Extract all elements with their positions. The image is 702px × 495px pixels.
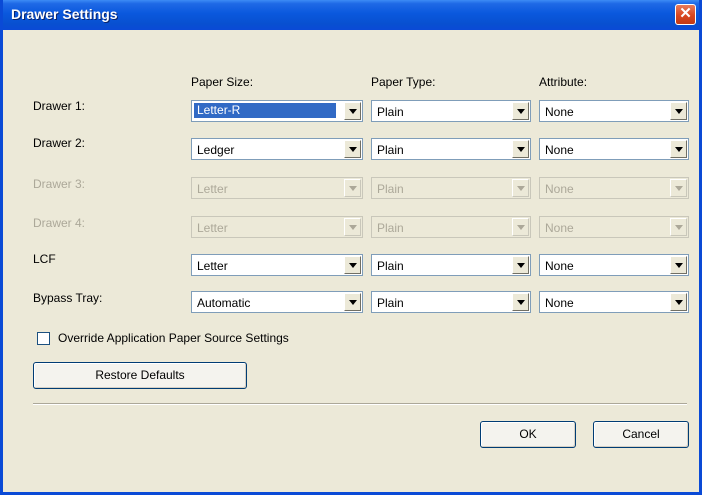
- drawer-3-attribute-select: None: [539, 177, 689, 199]
- chevron-down-icon: [670, 218, 687, 236]
- bypass-tray-label: Bypass Tray:: [33, 291, 103, 305]
- drawer-2-label: Drawer 2:: [33, 136, 86, 150]
- lcf-paper-type-value: Plain: [377, 259, 404, 273]
- drawer-2-paper-type-select[interactable]: Plain: [371, 138, 531, 160]
- drawer-4-paper-type-select: Plain: [371, 216, 531, 238]
- chevron-down-icon: [512, 218, 529, 236]
- drawer-4-attribute-value: None: [545, 221, 574, 235]
- paper-size-header: Paper Size:: [191, 75, 254, 89]
- chevron-down-icon: [344, 179, 361, 197]
- bypass-tray-paper-type-value: Plain: [377, 296, 404, 310]
- lcf-paper-size-select[interactable]: Letter: [191, 254, 363, 276]
- drawer-1-paper-size-value: Letter-R: [194, 103, 336, 118]
- drawer-3-paper-size-value: Letter: [197, 182, 228, 196]
- lcf-attribute-select[interactable]: None: [539, 254, 689, 276]
- paper-type-header: Paper Type:: [371, 75, 436, 89]
- drawer-2-paper-type-value: Plain: [377, 143, 404, 157]
- drawer-settings-dialog: Drawer Settings ✕ Paper Size: Paper Type…: [0, 0, 702, 495]
- cancel-button[interactable]: Cancel: [593, 421, 689, 448]
- chevron-down-icon[interactable]: [344, 256, 361, 274]
- chevron-down-icon[interactable]: [512, 256, 529, 274]
- lcf-attribute-value: None: [545, 259, 574, 273]
- override-label[interactable]: Override Application Paper Source Settin…: [58, 331, 289, 345]
- chevron-down-icon[interactable]: [512, 293, 529, 311]
- drawer-4-paper-size-select: Letter: [191, 216, 363, 238]
- close-button[interactable]: ✕: [675, 4, 696, 25]
- chevron-down-icon[interactable]: [344, 293, 361, 311]
- drawer-2-attribute-value: None: [545, 143, 574, 157]
- bypass-tray-paper-type-select[interactable]: Plain: [371, 291, 531, 313]
- drawer-2-paper-size-select[interactable]: Ledger: [191, 138, 363, 160]
- chevron-down-icon[interactable]: [344, 102, 361, 120]
- bypass-tray-attribute-value: None: [545, 296, 574, 310]
- chevron-down-icon: [670, 179, 687, 197]
- bypass-tray-attribute-select[interactable]: None: [539, 291, 689, 313]
- drawer-1-label: Drawer 1:: [33, 99, 86, 113]
- bypass-tray-paper-size-value: Automatic: [197, 296, 251, 310]
- drawer-4-label: Drawer 4:: [33, 216, 86, 230]
- drawer-4-paper-type-value: Plain: [377, 221, 404, 235]
- lcf-label: LCF: [33, 252, 56, 266]
- window-title: Drawer Settings: [11, 6, 118, 22]
- drawer-3-attribute-value: None: [545, 182, 574, 196]
- lcf-paper-type-select[interactable]: Plain: [371, 254, 531, 276]
- chevron-down-icon[interactable]: [512, 102, 529, 120]
- chevron-down-icon[interactable]: [670, 293, 687, 311]
- chevron-down-icon: [344, 218, 361, 236]
- drawer-1-attribute-select[interactable]: None: [539, 100, 689, 122]
- attribute-header: Attribute:: [539, 75, 588, 89]
- drawer-1-attribute-value: None: [545, 105, 574, 119]
- drawer-2-paper-size-value: Ledger: [197, 143, 235, 157]
- ok-button[interactable]: OK: [480, 421, 576, 448]
- bypass-tray-paper-size-select[interactable]: Automatic: [191, 291, 363, 313]
- chevron-down-icon[interactable]: [670, 102, 687, 120]
- override-checkbox[interactable]: [37, 332, 50, 345]
- chevron-down-icon[interactable]: [512, 140, 529, 158]
- drawer-3-paper-type-value: Plain: [377, 182, 404, 196]
- drawer-4-attribute-select: None: [539, 216, 689, 238]
- drawer-1-paper-type-select[interactable]: Plain: [371, 100, 531, 122]
- restore-defaults-button[interactable]: Restore Defaults: [33, 362, 247, 389]
- chevron-down-icon[interactable]: [670, 256, 687, 274]
- drawer-4-paper-size-value: Letter: [197, 221, 228, 235]
- drawer-3-paper-size-select: Letter: [191, 177, 363, 199]
- drawer-1-paper-size-select[interactable]: Letter-R: [191, 100, 363, 122]
- drawer-3-label: Drawer 3:: [33, 177, 86, 191]
- chevron-down-icon[interactable]: [670, 140, 687, 158]
- drawer-1-paper-type-value: Plain: [377, 105, 404, 119]
- drawer-2-attribute-select[interactable]: None: [539, 138, 689, 160]
- chevron-down-icon[interactable]: [344, 140, 361, 158]
- drawer-3-paper-type-select: Plain: [371, 177, 531, 199]
- chevron-down-icon: [512, 179, 529, 197]
- close-icon: ✕: [679, 5, 692, 22]
- title-bar[interactable]: Drawer Settings ✕: [3, 0, 699, 30]
- lcf-paper-size-value: Letter: [197, 259, 228, 273]
- divider: [33, 403, 687, 405]
